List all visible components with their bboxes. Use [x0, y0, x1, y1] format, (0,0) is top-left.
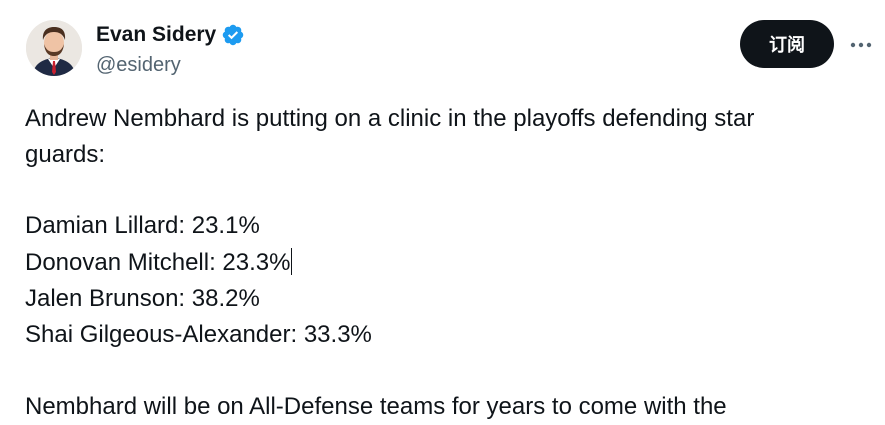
tweet-card: Evan Sidery @esidery 订阅 Andrew Nembhard …	[0, 0, 885, 421]
stat-line-sga: Shai Gilgeous-Alexander: 33.3%	[25, 321, 372, 348]
stat-text-mitchell: Donovan Mitchell: 23.3%	[25, 249, 291, 276]
stat-line-lillard: Damian Lillard: 23.1%	[25, 212, 260, 239]
tweet-text-line: guards:	[25, 141, 106, 168]
display-name[interactable]: Evan Sidery	[96, 22, 216, 48]
avatar[interactable]	[26, 20, 82, 76]
author-name-row[interactable]: Evan Sidery	[96, 22, 245, 48]
author-handle[interactable]: @esidery	[96, 52, 181, 78]
subscribe-button[interactable]: 订阅	[740, 20, 834, 68]
stat-line-mitchell: Donovan Mitchell: 23.3%	[25, 245, 855, 281]
verified-badge-icon[interactable]	[221, 23, 245, 47]
more-options-icon[interactable]	[846, 30, 876, 60]
tweet-text-line: Nembhard will be on All-Defense teams fo…	[25, 393, 727, 420]
tweet-text-line: Andrew Nembhard is putting on a clinic i…	[25, 105, 755, 132]
stat-line-brunson: Jalen Brunson: 38.2%	[25, 285, 260, 312]
text-cursor	[291, 248, 293, 275]
